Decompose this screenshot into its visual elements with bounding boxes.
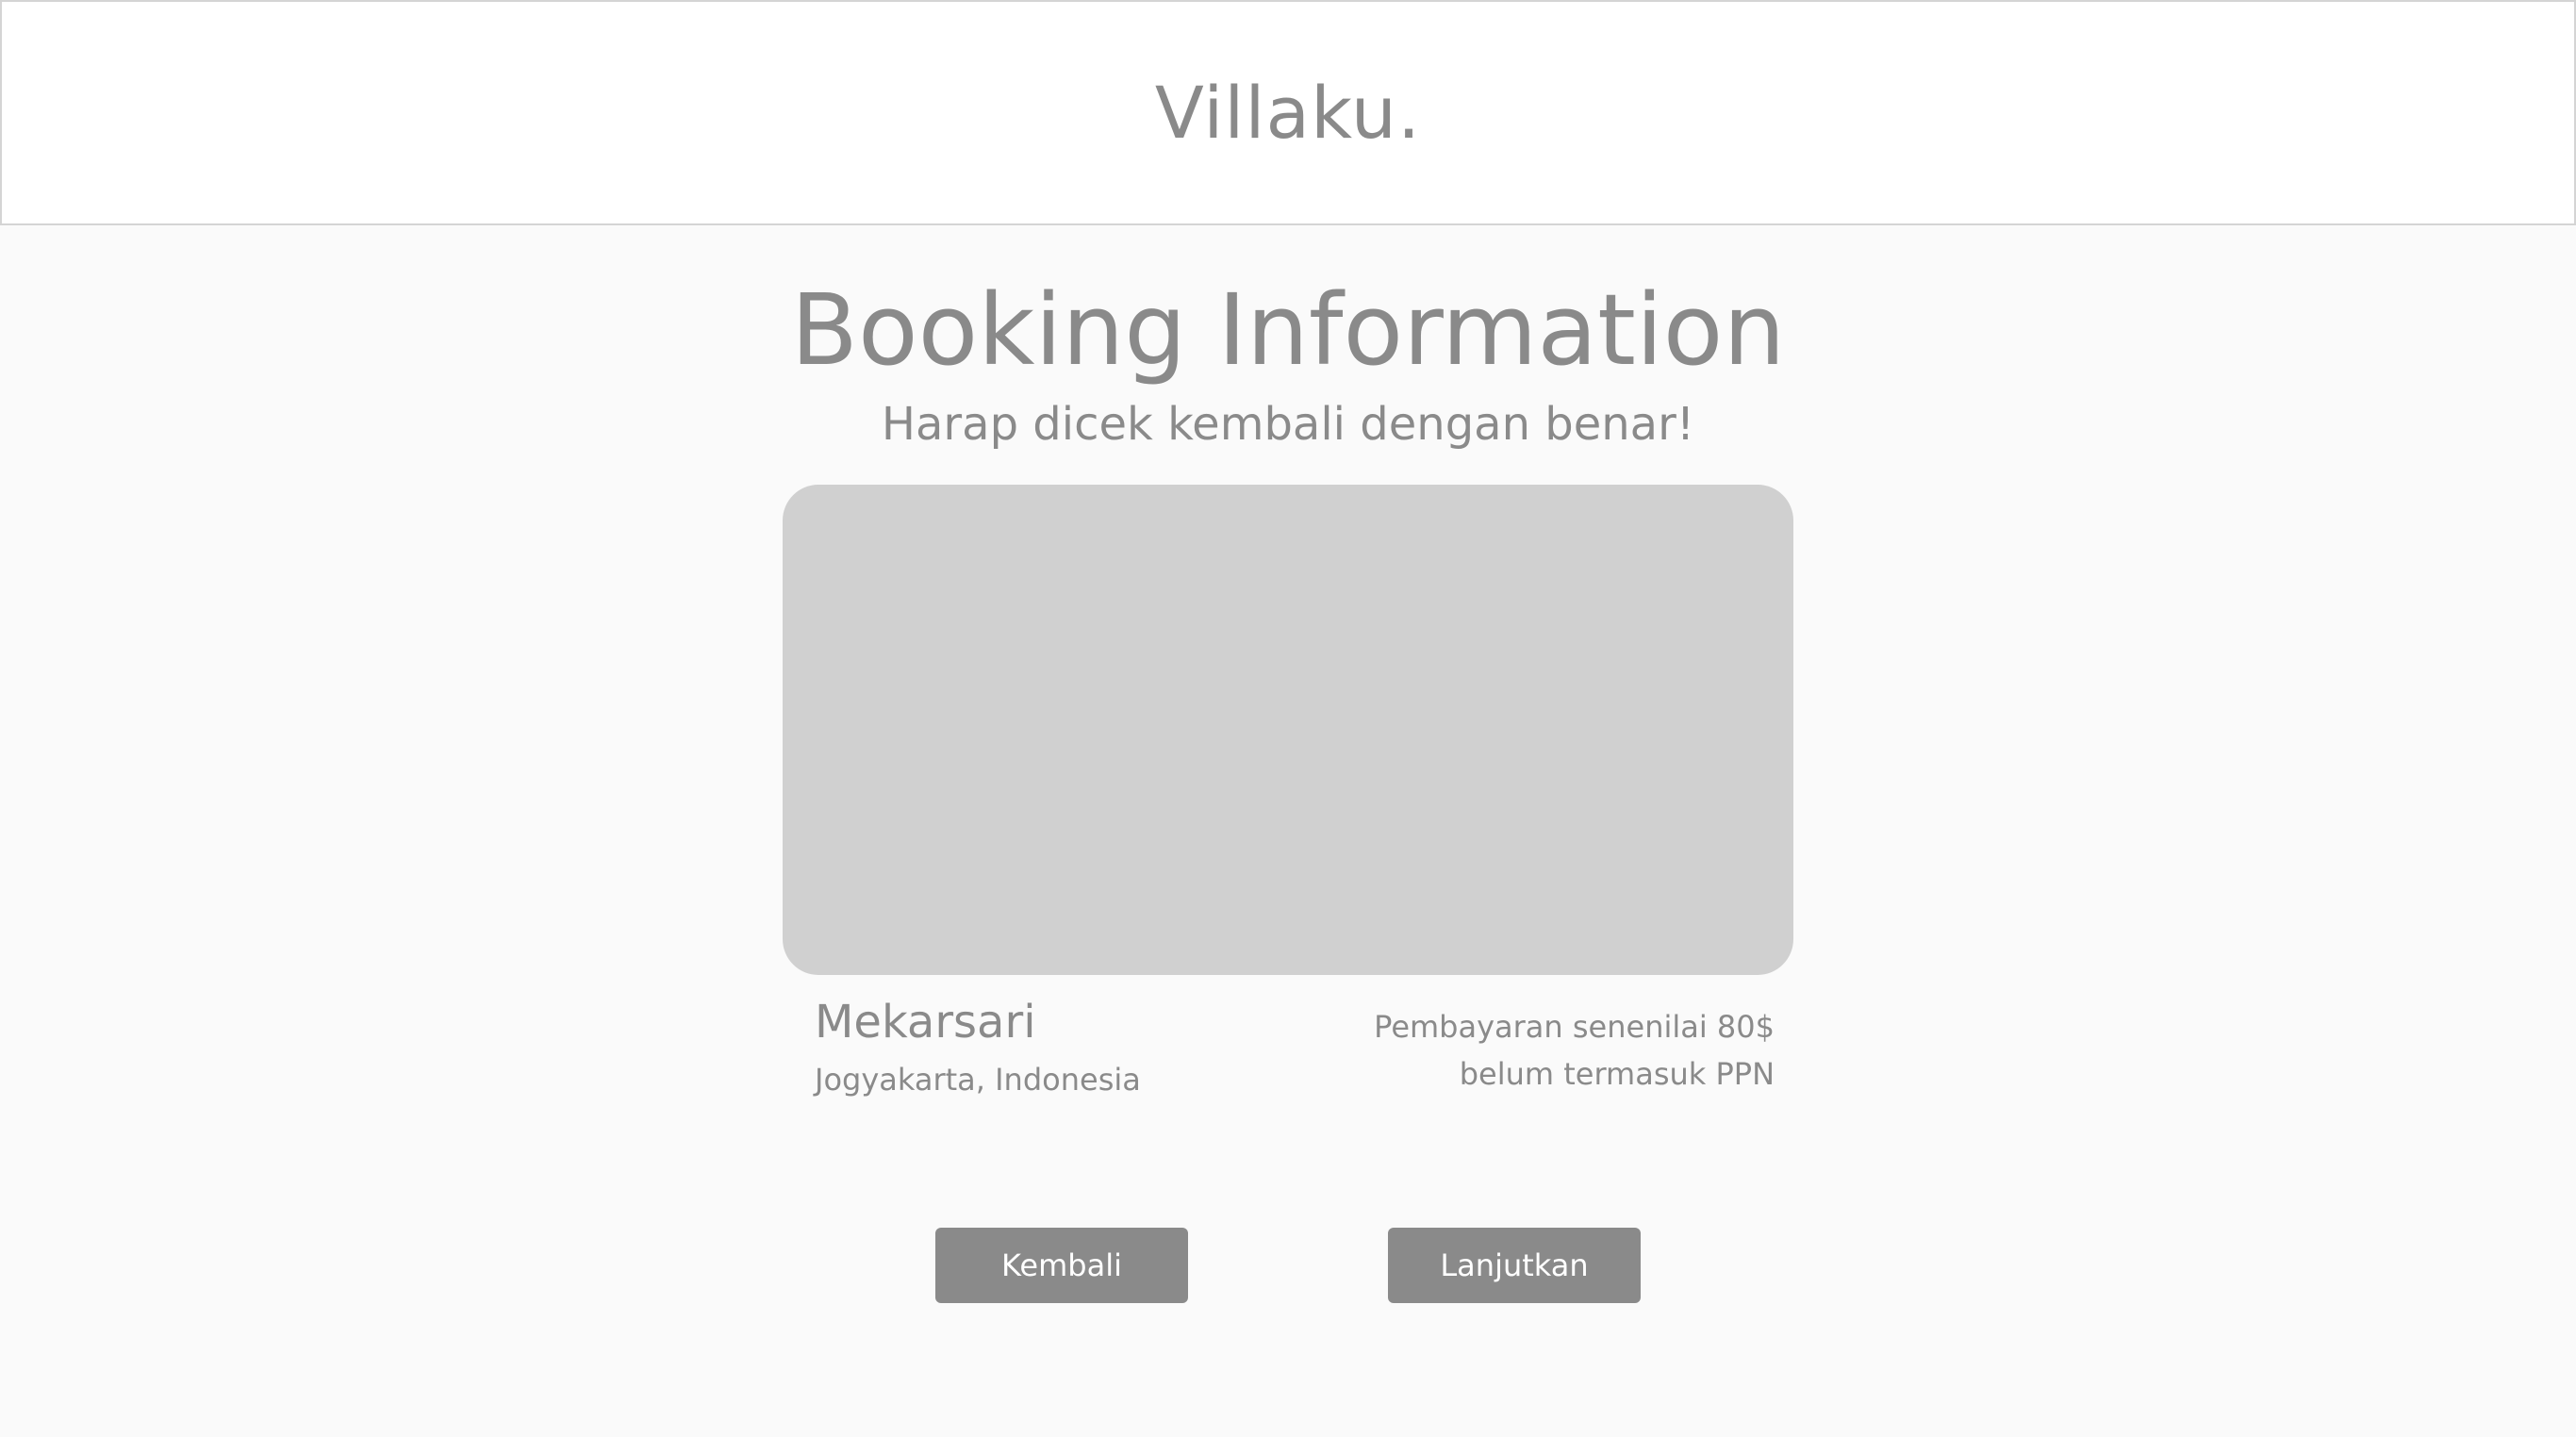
back-button[interactable]: Kembali bbox=[935, 1228, 1188, 1303]
payment-tax-note: belum termasuk PPN bbox=[1459, 1056, 1775, 1092]
continue-button[interactable]: Lanjutkan bbox=[1388, 1228, 1641, 1303]
brand-logo-text[interactable]: Villaku. bbox=[1155, 71, 1421, 155]
page-title: Booking Information bbox=[790, 273, 1786, 388]
villa-location: Jogyakarta, Indonesia bbox=[815, 1062, 1141, 1098]
villa-image-placeholder bbox=[783, 485, 1793, 975]
villa-name: Mekarsari bbox=[815, 996, 1036, 1049]
booking-page: Villaku. Booking Information Harap dicek… bbox=[0, 0, 2576, 1437]
payment-info: Pembayaran senenilai 80$ belum termasuk … bbox=[1374, 1003, 1775, 1098]
header-bar: Villaku. bbox=[0, 0, 2576, 225]
page-subtitle: Harap dicek kembali dengan benar! bbox=[881, 398, 1695, 451]
payment-amount: Pembayaran senenilai 80$ bbox=[1374, 1009, 1775, 1045]
